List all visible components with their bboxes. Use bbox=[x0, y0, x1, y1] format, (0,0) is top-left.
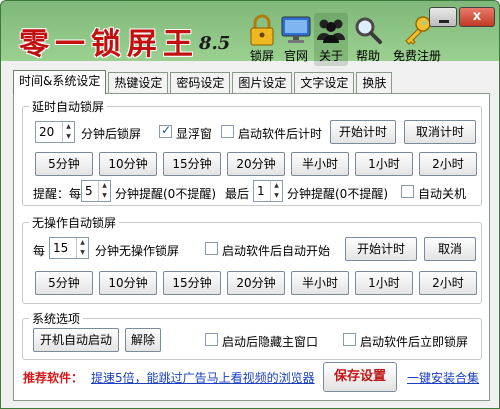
tab-skin[interactable]: 换肤 bbox=[356, 72, 393, 93]
recommend-browser-link[interactable]: 提速5倍，能跳过广告马上看视频的浏览器 bbox=[91, 369, 315, 386]
float-window-checkbox[interactable] bbox=[159, 123, 172, 138]
lock-on-launch-checkbox[interactable] bbox=[343, 333, 356, 346]
reminder-every-suffix: 分钟提醒(0不提醒) bbox=[115, 187, 216, 201]
delay-minutes-value: 20 bbox=[39, 125, 55, 139]
idle-minutes-stepper[interactable]: 15 ▲ ▼ bbox=[49, 237, 89, 259]
users-icon bbox=[314, 13, 348, 47]
start-timer-on-launch-label: 启动软件后计时 bbox=[238, 127, 323, 141]
reminder-last-prefix: 最后 bbox=[225, 187, 250, 201]
reminder-last-stepper[interactable]: 1 ▲ ▼ bbox=[253, 180, 283, 202]
tab-time-system[interactable]: 时间&系统设定 bbox=[13, 70, 107, 94]
idle-lock-legend: 无操作自动锁屏 bbox=[29, 214, 120, 231]
save-settings-button[interactable]: 保存设置 bbox=[323, 362, 397, 392]
delay-preset-15min[interactable]: 15分钟 bbox=[163, 152, 221, 176]
lock-on-launch-label: 启动软件后立即锁屏 bbox=[360, 335, 469, 349]
idle-lock-group: 无操作自动锁屏 每 15 ▲ ▼ 分钟无操作锁屏 启动软件后自动开始 开始计时 取… bbox=[22, 214, 482, 304]
delay-preset-10min[interactable]: 10分钟 bbox=[99, 152, 157, 176]
delay-cancel-button[interactable]: 取消计时 bbox=[404, 120, 476, 144]
idle-preset-10min[interactable]: 10分钟 bbox=[99, 271, 157, 295]
delay-preset-1hour[interactable]: 1小时 bbox=[355, 152, 413, 176]
tab-picture[interactable]: 图片设定 bbox=[232, 72, 293, 93]
reminder-prefix: 提醒：每 bbox=[33, 187, 82, 201]
idle-preset-2hour[interactable]: 2小时 bbox=[419, 271, 477, 295]
idle-preset-15min[interactable]: 15分钟 bbox=[163, 271, 221, 295]
idle-preset-5min[interactable]: 5分钟 bbox=[35, 271, 93, 295]
delay-preset-half-hour[interactable]: 半小时 bbox=[291, 152, 349, 176]
register-label: 免费注册 bbox=[392, 49, 441, 63]
stepper-up-icon[interactable]: ▲ bbox=[77, 238, 88, 248]
hide-main-window-label: 启动后隐藏主窗口 bbox=[222, 335, 319, 349]
idle-preset-20min[interactable]: 20分钟 bbox=[227, 271, 285, 295]
float-window-label: 显浮窗 bbox=[176, 127, 213, 141]
app-title: 零一锁屏王 bbox=[19, 27, 199, 62]
stepper-up-icon[interactable]: ▲ bbox=[63, 122, 74, 132]
delay-lock-group: 延时自动锁屏 20 ▲▼ 分钟后锁屏 显浮窗 启动软件后计时 开始计时 取消计时… bbox=[22, 98, 482, 206]
tab-hotkey[interactable]: 热键设定 bbox=[108, 72, 169, 93]
main-window: 零一锁屏王 8.5 锁屏 官网 关于 帮助 免费注册 x 时间&系统设定 热键设… bbox=[0, 0, 500, 409]
idle-auto-start-checkbox[interactable] bbox=[205, 242, 218, 255]
auto-shutdown-checkbox[interactable] bbox=[401, 185, 414, 198]
monitor-icon bbox=[279, 13, 313, 47]
autostart-button[interactable]: 开机自动启动 bbox=[33, 328, 119, 352]
stepper-up-icon[interactable]: ▲ bbox=[99, 181, 110, 191]
hide-main-window-checkbox[interactable] bbox=[205, 333, 218, 346]
delay-lock-legend: 延时自动锁屏 bbox=[29, 98, 108, 115]
idle-preset-half-hour[interactable]: 半小时 bbox=[291, 271, 349, 295]
minimize-button[interactable] bbox=[429, 7, 457, 27]
system-options-legend: 系统选项 bbox=[29, 310, 84, 327]
reminder-every-stepper[interactable]: 5 ▲ ▼ bbox=[81, 180, 111, 202]
idle-cancel-button[interactable]: 取消 bbox=[424, 237, 476, 261]
header: 零一锁屏王 8.5 锁屏 官网 关于 帮助 免费注册 x bbox=[1, 1, 499, 67]
recommend-label: 推荐软件： bbox=[23, 371, 84, 385]
lock-icon bbox=[245, 13, 279, 47]
delay-minutes-suffix: 分钟后锁屏 bbox=[81, 127, 142, 141]
tab-password[interactable]: 密码设定 bbox=[170, 72, 231, 93]
idle-auto-start-label: 启动软件后自动开始 bbox=[222, 244, 331, 258]
idle-minutes-suffix: 分钟无操作锁屏 bbox=[95, 244, 180, 258]
delay-minutes-stepper[interactable]: 20 ▲ ▼ bbox=[35, 121, 75, 143]
idle-minutes-value: 15 bbox=[53, 241, 69, 255]
close-icon: x bbox=[472, 9, 482, 24]
delay-preset-20min[interactable]: 20分钟 bbox=[227, 152, 285, 176]
delay-preset-2hour[interactable]: 2小时 bbox=[419, 152, 477, 176]
help-button[interactable]: 帮助 bbox=[351, 13, 385, 64]
idle-prefix: 每 bbox=[33, 244, 46, 258]
reminder-last-value: 1 bbox=[257, 184, 265, 198]
stepper-down-icon[interactable]: ▼ bbox=[271, 191, 282, 201]
delay-start-button[interactable]: 开始计时 bbox=[330, 120, 396, 144]
stepper-up-icon[interactable]: ▲ bbox=[271, 181, 282, 191]
auto-shutdown-label: 自动关机 bbox=[418, 187, 467, 201]
settings-panel: 延时自动锁屏 20 ▲▼ 分钟后锁屏 显浮窗 启动软件后计时 开始计时 取消计时… bbox=[13, 93, 490, 401]
stepper-down-icon[interactable]: ▼ bbox=[63, 132, 74, 142]
idle-start-button[interactable]: 开始计时 bbox=[345, 237, 417, 261]
delay-preset-5min[interactable]: 5分钟 bbox=[35, 152, 93, 176]
magnifier-icon bbox=[351, 13, 385, 47]
idle-preset-1hour[interactable]: 1小时 bbox=[355, 271, 413, 295]
stepper-down-icon[interactable]: ▼ bbox=[77, 248, 88, 258]
tab-text[interactable]: 文字设定 bbox=[294, 72, 355, 93]
close-button[interactable]: x bbox=[459, 7, 495, 27]
app-version: 8.5 bbox=[199, 33, 231, 54]
reminder-every-value: 5 bbox=[85, 184, 93, 198]
remove-autostart-button[interactable]: 解除 bbox=[125, 328, 161, 352]
start-timer-on-launch-checkbox[interactable] bbox=[221, 125, 234, 138]
stepper-down-icon[interactable]: ▼ bbox=[99, 191, 110, 201]
tab-bar: 时间&系统设定 热键设定 密码设定 图片设定 文字设定 换肤 bbox=[13, 70, 394, 94]
reminder-last-suffix: 分钟提醒(0不提醒) bbox=[287, 187, 388, 201]
system-options-group: 系统选项 开机自动启动 解除 启动后隐藏主窗口 启动软件后立即锁屏 bbox=[22, 310, 482, 360]
install-bundle-link[interactable]: 一键安装合集 bbox=[407, 369, 479, 386]
